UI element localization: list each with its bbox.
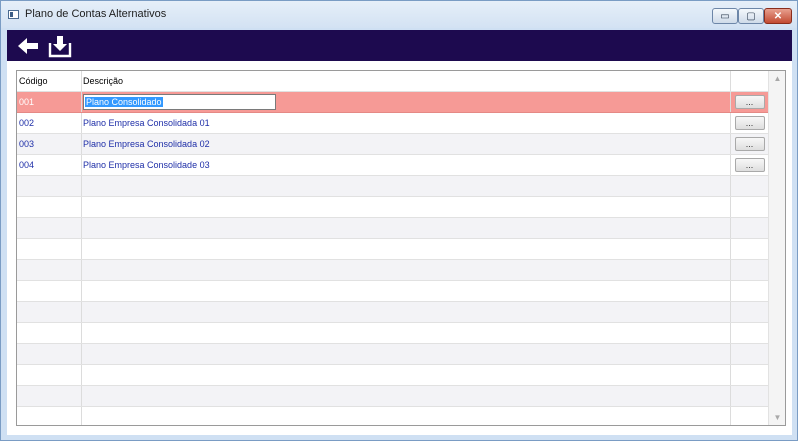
- empty-cell: [17, 218, 82, 238]
- empty-row: [17, 239, 768, 260]
- row-description: Plano Consolidado: [82, 92, 731, 112]
- vertical-scrollbar[interactable]: ▲ ▼: [768, 71, 785, 425]
- empty-cell: [17, 197, 82, 217]
- empty-cell: [731, 407, 768, 425]
- table-row[interactable]: 001 Plano Consolidado...: [17, 92, 768, 113]
- row-code: 001: [17, 92, 82, 112]
- empty-cell: [731, 386, 768, 406]
- empty-row: [17, 218, 768, 239]
- arrow-left-icon[interactable]: [15, 34, 41, 58]
- title-bar[interactable]: Plano de Contas Alternativos ▭ ▢ ✕: [1, 1, 797, 28]
- empty-row: [17, 407, 768, 425]
- column-header-codigo: Código: [17, 71, 82, 91]
- row-code: 002: [17, 113, 82, 133]
- close-button[interactable]: ✕: [764, 8, 792, 24]
- empty-cell: [82, 323, 731, 343]
- app-icon: [8, 10, 19, 19]
- row-description: Plano Empresa Consolidada 01: [82, 113, 731, 133]
- empty-row: [17, 281, 768, 302]
- minimize-button[interactable]: ▭: [712, 8, 738, 24]
- empty-cell: [82, 197, 731, 217]
- accounts-grid: Código Descrição 001 Plano Consolidado... 00…: [16, 70, 786, 426]
- empty-row: [17, 344, 768, 365]
- empty-cell: [731, 344, 768, 364]
- empty-cell: [17, 281, 82, 301]
- description-edit-input[interactable]: Plano Consolidado: [83, 94, 276, 110]
- empty-cell: [82, 302, 731, 322]
- empty-cell: [17, 365, 82, 385]
- empty-cell: [82, 407, 731, 425]
- empty-cell: [82, 239, 731, 259]
- empty-cell: [17, 239, 82, 259]
- empty-cell: [731, 239, 768, 259]
- table-row[interactable]: 002 Plano Empresa Consolidada 01...: [17, 113, 768, 134]
- content-area: Código Descrição 001 Plano Consolidado... 00…: [7, 61, 792, 435]
- grid-header-row: Código Descrição: [17, 71, 768, 92]
- empty-row: [17, 197, 768, 218]
- empty-cell: [731, 197, 768, 217]
- toolbar: [7, 30, 792, 61]
- maximize-button[interactable]: ▢: [738, 8, 764, 24]
- window-title: Plano de Contas Alternativos: [25, 8, 167, 20]
- ellipsis-button[interactable]: ...: [734, 95, 765, 109]
- empty-cell: [731, 176, 768, 196]
- empty-cell: [17, 407, 82, 425]
- empty-cell: [82, 365, 731, 385]
- empty-cell: [82, 218, 731, 238]
- row-code: 003: [17, 134, 82, 154]
- column-header-actions: [731, 71, 768, 91]
- row-action-cell: ...: [731, 155, 768, 175]
- empty-cell: [731, 365, 768, 385]
- row-description: Plano Empresa Consolidade 03: [82, 155, 731, 175]
- empty-cell: [17, 323, 82, 343]
- column-header-descricao: Descrição: [82, 71, 731, 91]
- row-code: 004: [17, 155, 82, 175]
- empty-cell: [731, 260, 768, 280]
- empty-row: [17, 302, 768, 323]
- empty-cell: [17, 176, 82, 196]
- row-action-cell: ...: [731, 113, 768, 133]
- scroll-up-icon[interactable]: ▲: [772, 73, 783, 84]
- empty-cell: [17, 260, 82, 280]
- empty-cell: [17, 302, 82, 322]
- empty-row: [17, 365, 768, 386]
- empty-cell: [17, 344, 82, 364]
- description-edit-selection: Plano Consolidado: [85, 97, 163, 107]
- empty-cell: [731, 323, 768, 343]
- row-action-cell: ...: [731, 92, 768, 112]
- empty-row: [17, 323, 768, 344]
- empty-cell: [17, 386, 82, 406]
- row-description: Plano Empresa Consolidada 02: [82, 134, 731, 154]
- download-icon[interactable]: [47, 34, 73, 58]
- empty-row: [17, 386, 768, 407]
- empty-cell: [82, 176, 731, 196]
- table-row[interactable]: 003 Plano Empresa Consolidada 02...: [17, 134, 768, 155]
- empty-cell: [82, 260, 731, 280]
- table-row[interactable]: 004 Plano Empresa Consolidade 03...: [17, 155, 768, 176]
- empty-cell: [82, 386, 731, 406]
- empty-cell: [82, 344, 731, 364]
- empty-row: [17, 176, 768, 197]
- empty-cell: [731, 218, 768, 238]
- scroll-down-icon[interactable]: ▼: [772, 412, 783, 423]
- window: Plano de Contas Alternativos ▭ ▢ ✕ Códig…: [0, 0, 798, 441]
- empty-cell: [82, 281, 731, 301]
- row-action-cell: ...: [731, 134, 768, 154]
- ellipsis-button[interactable]: ...: [734, 137, 765, 151]
- ellipsis-button[interactable]: ...: [734, 158, 765, 172]
- empty-row: [17, 260, 768, 281]
- empty-cell: [731, 281, 768, 301]
- empty-cell: [731, 302, 768, 322]
- ellipsis-button[interactable]: ...: [734, 116, 765, 130]
